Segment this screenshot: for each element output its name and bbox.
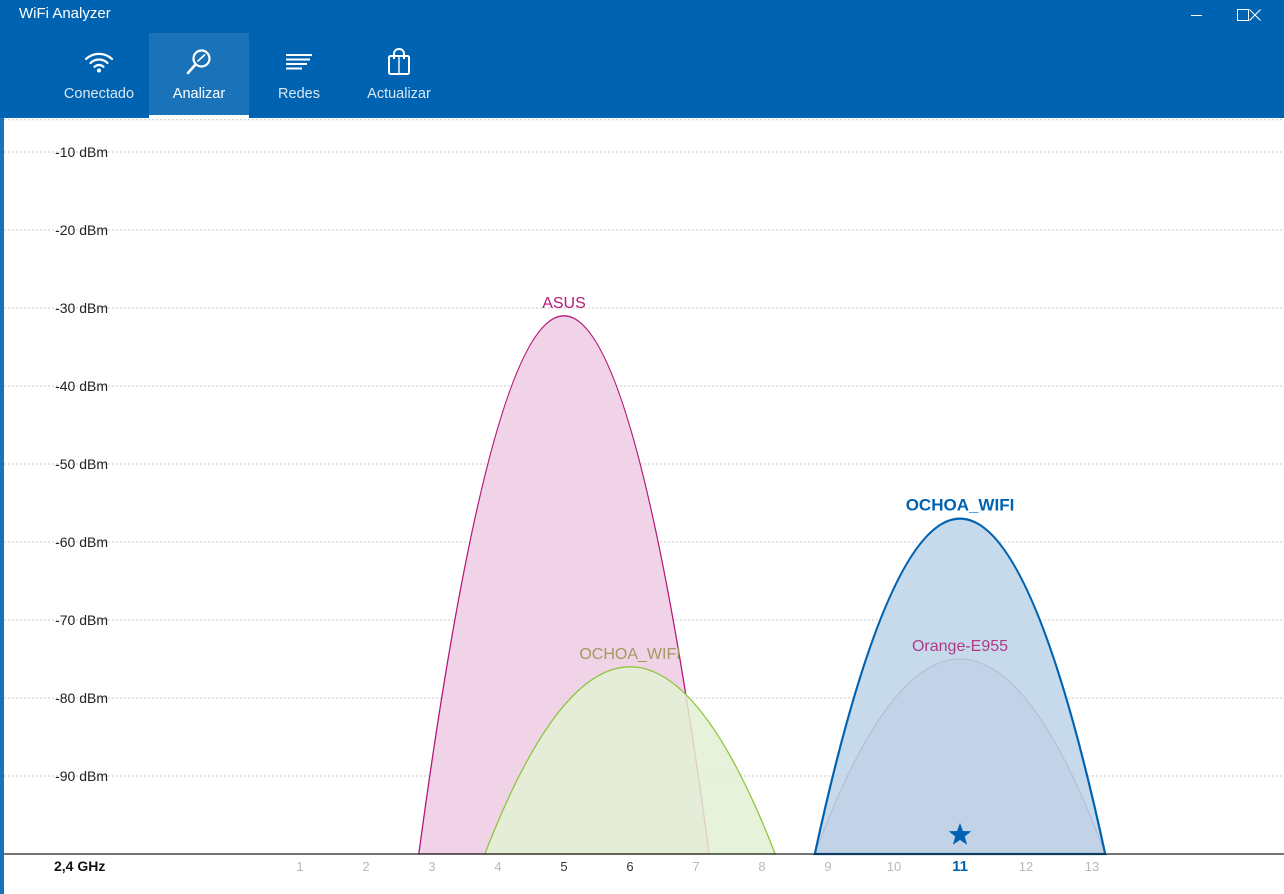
y-tick-label: -20 dBm bbox=[55, 222, 108, 238]
signal-area-3 bbox=[813, 517, 1107, 856]
x-tick-label: 9 bbox=[824, 859, 831, 874]
x-tick-label: 5 bbox=[560, 859, 567, 874]
nav-label-conectado: Conectado bbox=[63, 86, 135, 102]
x-tick-label: 8 bbox=[758, 859, 765, 874]
signal-areas bbox=[418, 315, 1107, 856]
x-tick-label: 11 bbox=[952, 858, 968, 875]
x-tick-label: 6 bbox=[626, 859, 633, 874]
y-tick-label: -70 dBm bbox=[55, 612, 108, 628]
wifi-analyzer-window: WiFi Analyzer Conectado Analizar Redes A… bbox=[0, 0, 1284, 894]
x-tick-label: 3 bbox=[428, 859, 435, 874]
list-lines-icon bbox=[286, 54, 312, 70]
app-title: WiFi Analyzer bbox=[19, 5, 111, 22]
nav-item-analizar[interactable]: Analizar bbox=[149, 33, 249, 118]
close-button[interactable] bbox=[1232, 0, 1278, 30]
nav-item-redes[interactable]: Redes bbox=[249, 33, 349, 118]
channel-spectrum-chart: ASUS OCHOA_WIFI Orange-E955 OCHOA_WIFI -10 … bbox=[4, 119, 1284, 875]
y-tick-label: -90 dBm bbox=[55, 768, 108, 784]
magnifier-icon bbox=[186, 49, 211, 75]
y-tick-label: -10 dBm bbox=[55, 144, 108, 160]
y-tick-label: -40 dBm bbox=[55, 378, 108, 394]
x-tick-label: 1 bbox=[296, 859, 303, 874]
x-tick-label: 13 bbox=[1085, 859, 1099, 874]
nav-item-conectado[interactable]: Conectado bbox=[49, 33, 149, 118]
minimize-icon bbox=[1191, 15, 1202, 16]
nav-item-actualizar[interactable]: Actualizar bbox=[349, 33, 449, 118]
signal-label-2: Orange-E955 bbox=[912, 638, 1008, 655]
main-nav: Conectado Analizar Redes Actualizar bbox=[49, 33, 449, 118]
y-tick-label: -60 dBm bbox=[55, 534, 108, 550]
y-tick-label: -50 dBm bbox=[55, 456, 108, 472]
shopping-bag-icon bbox=[388, 48, 410, 75]
y-tick-label: -80 dBm bbox=[55, 690, 108, 706]
signal-label-0: ASUS bbox=[542, 295, 586, 312]
signal-label-3: OCHOA_WIFI bbox=[906, 496, 1015, 515]
title-bar: WiFi Analyzer Conectado Analizar Redes A… bbox=[0, 0, 1284, 118]
x-tick-label: 4 bbox=[494, 859, 501, 874]
x-tick-label: 12 bbox=[1019, 859, 1033, 874]
wifi-icon bbox=[84, 52, 114, 73]
x-tick-label: 10 bbox=[887, 859, 901, 874]
minimize-button[interactable] bbox=[1174, 0, 1220, 30]
x-tick-label: 7 bbox=[692, 859, 699, 874]
band-label: 2,4 GHz bbox=[54, 858, 105, 874]
x-tick-label: 2 bbox=[362, 859, 369, 874]
nav-label-actualizar: Actualizar bbox=[367, 86, 431, 102]
signal-label-1: OCHOA_WIFI bbox=[579, 646, 680, 663]
nav-label-analizar: Analizar bbox=[172, 86, 226, 102]
close-icon bbox=[1249, 9, 1261, 21]
nav-label-redes: Redes bbox=[278, 86, 320, 102]
y-tick-label: -30 dBm bbox=[55, 300, 108, 316]
